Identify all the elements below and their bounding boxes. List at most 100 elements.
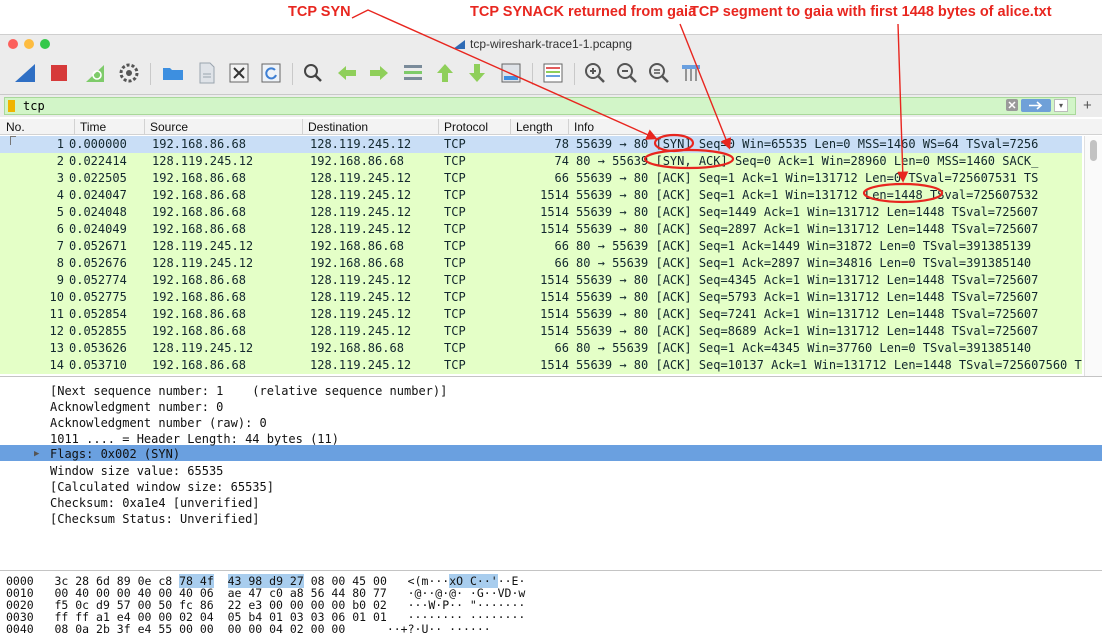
packet-cell-src: 128.119.245.12	[152, 239, 254, 253]
go-forward-arrow-icon[interactable]	[366, 60, 392, 86]
column-header-length[interactable]: Length	[516, 120, 553, 134]
packet-cell-time: 0.022414	[69, 154, 127, 168]
packet-row[interactable]: 7 0.052671 128.119.245.12 192.168.86.68 TCP 6…	[0, 238, 1082, 255]
packet-cell-no: 9	[56, 273, 64, 287]
wireshark-fin-icon	[453, 40, 465, 49]
packet-cell-len: 66	[554, 171, 569, 185]
stop-capture-icon[interactable]	[46, 60, 72, 86]
packet-cell-src: 192.168.86.68	[152, 324, 246, 338]
detail-ack-number[interactable]: Acknowledgment number: 0	[50, 399, 223, 415]
packet-row[interactable]: 11 0.052854 192.168.86.68 128.119.245.12 TCP…	[0, 306, 1082, 323]
packet-cell-time: 0.052774	[69, 273, 127, 287]
packet-cell-len: 74	[554, 154, 569, 168]
packet-cell-dst: 128.119.245.12	[310, 358, 412, 372]
capture-options-gear-icon[interactable]	[116, 60, 142, 86]
find-packet-magnifier-icon[interactable]	[300, 60, 326, 86]
packet-row[interactable]: 14 0.053710 192.168.86.68 128.119.245.12 TCP…	[0, 357, 1082, 374]
packet-cell-src: 192.168.86.68	[152, 137, 246, 151]
annotation-tcp-synack: TCP SYNACK returned from gaia	[470, 4, 697, 20]
packet-row[interactable]: 10 0.052775 192.168.86.68 128.119.245.12 TCP…	[0, 289, 1082, 306]
save-file-icon[interactable]	[194, 60, 220, 86]
packet-cell-src: 128.119.245.12	[152, 154, 254, 168]
packet-cell-src: 192.168.86.68	[152, 273, 246, 287]
filter-bookmark-icon[interactable]	[8, 100, 15, 112]
packet-row[interactable]: 2 0.022414 128.119.245.12 192.168.86.68 TCP 7…	[0, 153, 1082, 170]
filter-history-dropdown[interactable]: ▾	[1054, 99, 1068, 112]
packet-cell-dst: 128.119.245.12	[310, 307, 412, 321]
zoom-window-button[interactable]	[40, 39, 50, 49]
packet-cell-proto: TCP	[444, 290, 466, 304]
close-file-icon[interactable]	[226, 60, 252, 86]
packet-row[interactable]: 12 0.052855 192.168.86.68 128.119.245.12 TCP…	[0, 323, 1082, 340]
packet-row[interactable]: 4 0.024047 192.168.86.68 128.119.245.12 TCP 1…	[0, 187, 1082, 204]
packet-cell-no: 4	[56, 188, 64, 202]
detail-next-seq[interactable]: [Next sequence number: 1 (relative seque…	[50, 383, 447, 399]
clear-filter-icon[interactable]	[1006, 99, 1018, 111]
autoscroll-icon[interactable]	[498, 60, 524, 86]
go-last-packet-icon[interactable]	[464, 60, 490, 86]
column-header-no[interactable]: No.	[6, 120, 25, 134]
detail-window-size[interactable]: Window size value: 65535	[50, 463, 223, 479]
detail-header-length[interactable]: 1011 .... = Header Length: 44 bytes (11)	[50, 431, 339, 447]
flags-expand-triangle-icon[interactable]: ▶	[34, 449, 39, 459]
scrollbar-thumb[interactable]	[1090, 140, 1097, 161]
restart-capture-icon[interactable]	[82, 60, 108, 86]
packet-cell-no: 11	[49, 307, 64, 321]
detail-flags[interactable]: Flags: 0x002 (SYN)	[50, 446, 180, 462]
zoom-out-icon[interactable]	[614, 60, 640, 86]
detail-ack-raw[interactable]: Acknowledgment number (raw): 0	[50, 415, 267, 431]
packet-row[interactable]: 1 0.000000 192.168.86.68 128.119.245.12 TCP 7…	[0, 136, 1082, 153]
minimize-window-button[interactable]	[24, 39, 34, 49]
column-header-time[interactable]: Time	[80, 120, 106, 134]
packet-cell-proto: TCP	[444, 205, 466, 219]
packet-cell-src: 192.168.86.68	[152, 171, 246, 185]
packet-row[interactable]: 3 0.022505 192.168.86.68 128.119.245.12 TCP 6…	[0, 170, 1082, 187]
display-filter-bar: tcp ▾ +	[0, 95, 1102, 117]
packet-cell-dst: 128.119.245.12	[310, 273, 412, 287]
packet-row[interactable]: 9 0.052774 192.168.86.68 128.119.245.12 TCP 1…	[0, 272, 1082, 289]
go-first-packet-icon[interactable]	[432, 60, 458, 86]
packet-cell-info: 55639 → 80 [ACK] Seq=1449 Ack=1 Win=1317…	[576, 205, 1039, 219]
packet-cell-len: 66	[554, 256, 569, 270]
packet-row[interactable]: 8 0.052676 128.119.245.12 192.168.86.68 TCP 6…	[0, 255, 1082, 272]
packet-cell-no: 12	[49, 324, 64, 338]
packet-list-scrollbar[interactable]	[1084, 136, 1102, 376]
add-filter-button[interactable]: +	[1083, 97, 1092, 114]
packet-bytes: 0000 3c 28 6d 89 0e c8 78 4f 43 98 d9 27…	[0, 573, 1102, 634]
zoom-in-icon[interactable]	[582, 60, 608, 86]
detail-calc-window[interactable]: [Calculated window size: 65535]	[50, 479, 274, 495]
packet-cell-time: 0.022505	[69, 171, 127, 185]
packet-row[interactable]: 5 0.024048 192.168.86.68 128.119.245.12 TCP 1…	[0, 204, 1082, 221]
packet-row[interactable]: 6 0.024049 192.168.86.68 128.119.245.12 TCP 1…	[0, 221, 1082, 238]
packet-cell-dst: 128.119.245.12	[310, 188, 412, 202]
apply-filter-arrow-icon[interactable]	[1021, 99, 1051, 112]
resize-columns-icon[interactable]	[678, 60, 704, 86]
display-filter-input[interactable]: tcp	[4, 97, 1076, 115]
packet-cell-time: 0.000000	[69, 137, 127, 151]
normal-size-icon[interactable]	[646, 60, 672, 86]
packet-cell-no: 7	[56, 239, 64, 253]
detail-checksum[interactable]: Checksum: 0xa1e4 [unverified]	[50, 495, 260, 511]
close-window-button[interactable]	[8, 39, 18, 49]
packet-cell-no: 1	[56, 137, 64, 151]
column-header-protocol[interactable]: Protocol	[444, 120, 488, 134]
go-to-packet-icon[interactable]	[400, 60, 426, 86]
open-file-folder-icon[interactable]	[160, 60, 186, 86]
bytes-ascii: ··+?·U·· ······	[386, 622, 491, 634]
bytes-row-0040[interactable]: 0040 08 0a 2b 3f e4 55 00 00 00 00 04 02…	[6, 623, 491, 634]
colorize-packets-icon[interactable]	[540, 60, 566, 86]
packet-cell-proto: TCP	[444, 188, 466, 202]
column-header-info[interactable]: Info	[574, 120, 594, 134]
packet-row[interactable]: 13 0.053626 128.119.245.12 192.168.86.68 TCP…	[0, 340, 1082, 357]
packet-cell-no: 14	[49, 358, 64, 372]
packet-cell-len: 66	[554, 239, 569, 253]
go-back-arrow-icon[interactable]	[334, 60, 360, 86]
annotation-tcp-syn: TCP SYN	[288, 4, 351, 20]
packet-cell-proto: TCP	[444, 154, 466, 168]
reload-file-icon[interactable]	[258, 60, 284, 86]
detail-checksum-status[interactable]: [Checksum Status: Unverified]	[50, 511, 260, 527]
column-header-destination[interactable]: Destination	[308, 120, 368, 134]
start-capture-fin-icon[interactable]	[12, 60, 38, 86]
column-header-source[interactable]: Source	[150, 120, 188, 134]
packet-cell-dst: 192.168.86.68	[310, 154, 404, 168]
